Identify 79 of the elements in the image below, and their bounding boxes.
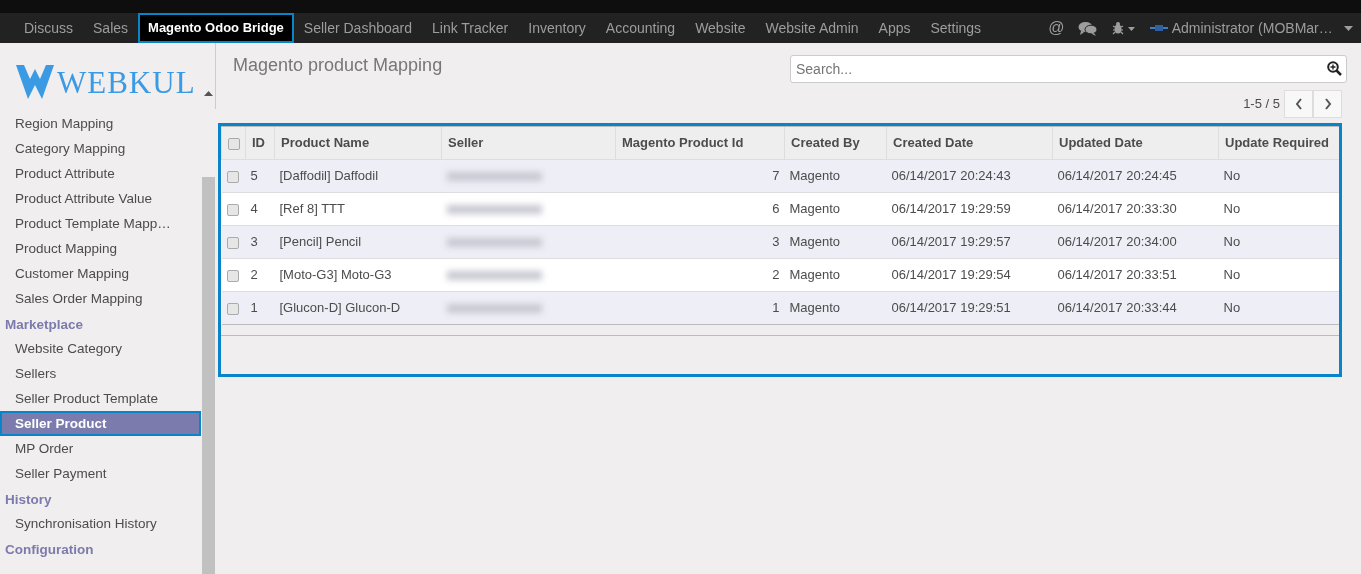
table-cell: [Pencil] Pencil xyxy=(274,225,442,259)
column-header[interactable]: Created Date xyxy=(886,126,1053,160)
search-icon[interactable] xyxy=(1327,61,1342,76)
sidebar-section-header: History xyxy=(4,491,53,509)
table-cell: 06/14/2017 20:24:43 xyxy=(886,159,1053,193)
sidebar-section-header: Marketplace xyxy=(4,316,85,334)
caret-icon xyxy=(1344,25,1353,31)
next-button[interactable] xyxy=(1313,90,1342,118)
menu-item[interactable]: Website xyxy=(685,13,756,43)
pager-text: 1-5 / 5 xyxy=(1243,95,1280,114)
table-cell: 7 xyxy=(615,159,785,193)
menu-item[interactable]: Settings xyxy=(920,13,992,43)
table-cell: Magento xyxy=(784,225,887,259)
chevron-right-icon xyxy=(1323,98,1332,110)
column-header[interactable]: Product Name xyxy=(274,126,442,160)
table-cell: 06/14/2017 20:33:44 xyxy=(1052,291,1219,325)
table-cell: Magento xyxy=(784,159,887,193)
column-header[interactable]: Seller xyxy=(441,126,616,160)
row-checkbox[interactable] xyxy=(226,203,239,216)
row-checkbox[interactable] xyxy=(226,302,239,315)
sidebar-item[interactable]: Customer Mapping xyxy=(0,261,201,286)
bug-icon[interactable] xyxy=(1112,21,1137,35)
column-header[interactable]: Updated Date xyxy=(1052,126,1219,160)
scroll-up-icon[interactable] xyxy=(204,91,213,96)
table-cell: 3 xyxy=(615,225,785,259)
select-all-checkbox[interactable] xyxy=(228,137,240,150)
table-cell: 06/14/2017 19:29:57 xyxy=(886,225,1053,259)
chat-icon[interactable] xyxy=(1078,20,1099,36)
logo-icon xyxy=(16,65,54,99)
sidebar-item[interactable]: Seller Payment xyxy=(0,461,201,486)
search-field[interactable]: Search... xyxy=(790,55,1347,83)
menu-item[interactable]: Website Admin xyxy=(755,13,869,43)
menu-item[interactable]: Apps xyxy=(868,13,921,43)
row-checkbox[interactable] xyxy=(226,236,239,249)
sidebar-item[interactable]: Product Mapping xyxy=(0,236,201,261)
sidebar-item[interactable]: Product Attribute xyxy=(0,161,201,186)
column-header[interactable]: Update Required xyxy=(1218,126,1339,160)
table-cell: [Glucon-D] Glucon-D xyxy=(274,291,442,325)
sidebar-item[interactable]: Product Attribute Value xyxy=(0,186,201,211)
menu-item[interactable]: Magento Odoo Bridge xyxy=(138,13,294,43)
previous-button[interactable] xyxy=(1284,90,1313,118)
row-checkbox[interactable] xyxy=(226,170,239,183)
column-header[interactable]: Magento Product Id xyxy=(615,126,785,160)
table-cell: 06/14/2017 20:34:00 xyxy=(1052,225,1219,259)
menu-item[interactable]: Discuss xyxy=(14,13,83,43)
logo-text: WEBKUL xyxy=(57,66,196,98)
table-cell: No xyxy=(1218,159,1339,193)
sidebar-item[interactable]: Category Mapping xyxy=(0,136,201,161)
sidebar-item[interactable]: Region Mapping xyxy=(0,111,201,136)
page-title: Magento product Mapping xyxy=(233,55,443,77)
table-cell: [Daffodil] Daffodil xyxy=(274,159,442,193)
sidebar-item[interactable]: Sales Order Mapping xyxy=(0,286,201,311)
table-cell: 1 xyxy=(615,291,785,325)
table-cell: 3 xyxy=(245,225,275,259)
table-cell: No xyxy=(1218,225,1339,259)
row-checkbox[interactable] xyxy=(226,269,239,282)
sidebar-item[interactable]: MP Order xyxy=(0,436,201,461)
sidebar-section-header: Configuration xyxy=(4,541,95,559)
sidebar-item[interactable]: Sellers xyxy=(0,361,201,386)
menu-item[interactable]: Link Tracker xyxy=(422,13,519,43)
sidebar-item[interactable]: Seller Product xyxy=(0,411,201,436)
column-header[interactable]: Created By xyxy=(784,126,887,160)
sidebar-item[interactable]: Website Category xyxy=(0,336,201,361)
user-menu[interactable]: Administrator (MOBMar… xyxy=(1150,17,1353,39)
table-cell: 06/14/2017 19:29:51 xyxy=(886,291,1053,325)
column-header[interactable]: ID xyxy=(245,126,275,160)
sidebar-item[interactable]: Seller Product Template xyxy=(0,386,201,411)
table-cell: 06/14/2017 20:24:45 xyxy=(1052,159,1219,193)
menu-item[interactable]: Inventory xyxy=(518,13,596,43)
table-cell: No xyxy=(1218,291,1339,325)
table-cell: Magento xyxy=(784,291,887,325)
sidebar-item[interactable]: Synchronisation History xyxy=(0,511,201,536)
sidebar-item[interactable]: Product Template Mapp… xyxy=(0,211,201,236)
menu-item[interactable]: Seller Dashboard xyxy=(293,13,422,43)
table-cell: 1 xyxy=(245,291,275,325)
menu-item[interactable]: Accounting xyxy=(595,13,686,43)
chevron-left-icon xyxy=(1294,98,1303,110)
mention-icon[interactable]: @ xyxy=(1048,16,1065,40)
menu-item[interactable]: Sales xyxy=(83,13,139,43)
